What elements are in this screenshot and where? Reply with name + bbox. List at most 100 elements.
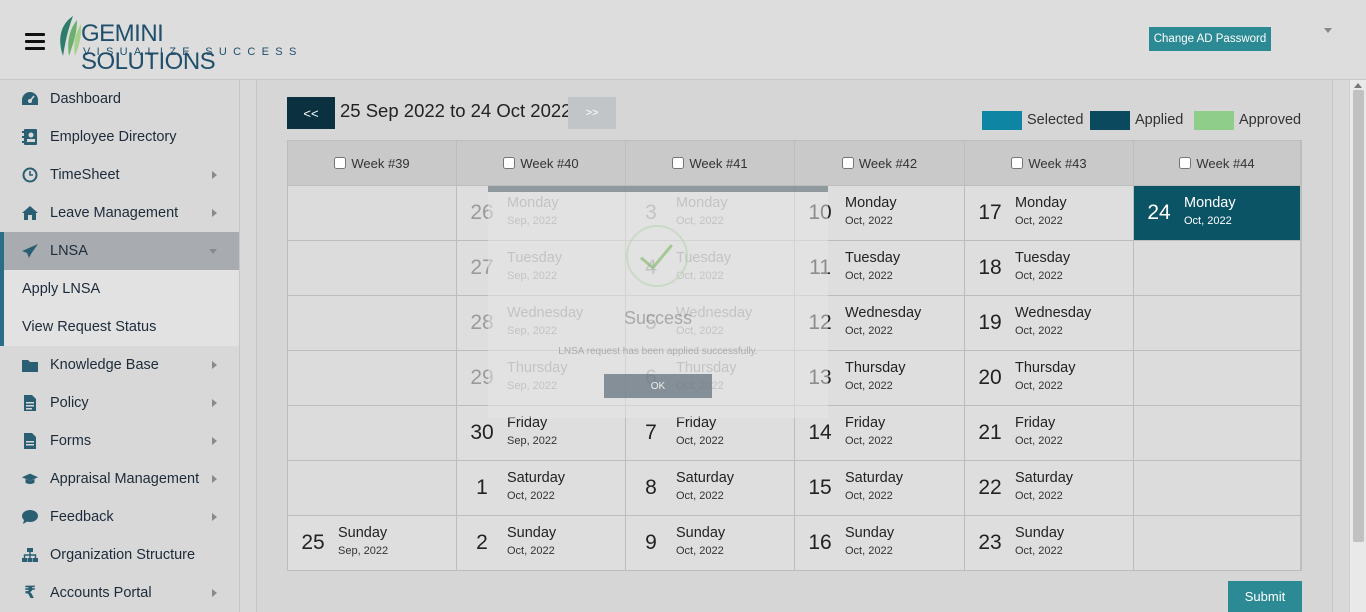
sidebar-item-forms[interactable]: Forms <box>0 422 239 460</box>
calendar-day-cell[interactable]: 18 Tuesday Oct, 2022 <box>965 241 1134 296</box>
sidebar-item-appraisal-management[interactable]: Appraisal Management <box>0 460 239 498</box>
sidebar-item-dashboard[interactable]: Dashboard <box>0 80 239 118</box>
day-month: Oct, 2022 <box>507 545 555 557</box>
day-month: Oct, 2022 <box>507 490 555 502</box>
sidebar-item-label: Apply LNSA <box>22 281 101 297</box>
calendar-day-cell[interactable]: 23 Sunday Oct, 2022 <box>965 516 1134 571</box>
calendar-empty-cell <box>288 241 457 296</box>
week-select-label[interactable]: Week #42 <box>841 156 917 171</box>
calendar-day-cell[interactable]: 2 Sunday Oct, 2022 <box>457 516 626 571</box>
previous-range-button[interactable]: << <box>287 97 335 129</box>
calendar-day-cell[interactable]: 9 Sunday Oct, 2022 <box>626 516 795 571</box>
submit-button[interactable]: Submit <box>1228 581 1302 612</box>
day-number: 18 <box>978 256 1002 279</box>
clock-icon <box>21 166 39 184</box>
next-range-button[interactable]: >> <box>568 97 616 129</box>
day-month: Oct, 2022 <box>676 545 724 557</box>
week-header: Week #41 <box>626 141 795 186</box>
scrollbar-thumb[interactable] <box>1353 90 1364 542</box>
week-label: Week #39 <box>351 155 410 171</box>
calendar-day-cell[interactable]: 22 Saturday Oct, 2022 <box>965 461 1134 516</box>
top-header: GEMINI SOLUTIONS VISUALIZE SUCCESS Chang… <box>0 0 1366 80</box>
sidebar-item-policy[interactable]: Policy <box>0 384 239 422</box>
calendar-day-cell[interactable]: 16 Sunday Oct, 2022 <box>795 516 965 571</box>
calendar-day-cell[interactable]: 25 Sunday Sep, 2022 <box>288 516 457 571</box>
day-number: 17 <box>978 201 1002 224</box>
legend-selected-swatch <box>982 110 1022 130</box>
sidebar-item-organization-structure[interactable]: Organization Structure <box>0 536 239 574</box>
change-ad-password-button[interactable]: Change AD Password <box>1149 27 1271 51</box>
day-name: Thursday <box>1015 360 1076 376</box>
day-number: 19 <box>978 311 1002 334</box>
sidebar-item-employee-directory[interactable]: Employee Directory <box>0 118 239 156</box>
day-name: Sunday <box>1015 525 1065 541</box>
week-select-label[interactable]: Week #41 <box>672 155 748 171</box>
day-number: 7 <box>645 421 657 444</box>
day-name: Tuesday <box>1015 250 1071 266</box>
sidebar-item-leave-management[interactable]: Leave Management <box>0 194 239 232</box>
day-number: 21 <box>978 421 1002 444</box>
sidebar-item-label: Knowledge Base <box>50 357 159 373</box>
calendar-day-cell[interactable]: 17 Monday Oct, 2022 <box>965 186 1134 241</box>
week-select-label[interactable]: Week #44 <box>1179 156 1255 171</box>
sidebar-item-timesheet[interactable]: TimeSheet <box>0 156 239 194</box>
legend-selected: Selected <box>982 110 1083 130</box>
sidebar-item-accounts-portal[interactable]: ₹ Accounts Portal <box>0 574 239 612</box>
day-name: Monday <box>1015 195 1067 211</box>
week-select-checkbox[interactable] <box>1011 157 1024 169</box>
day-month: Oct, 2022 <box>676 435 724 447</box>
day-month: Oct, 2022 <box>845 325 893 337</box>
calendar-day-cell[interactable]: 20 Thursday Oct, 2022 <box>965 351 1134 406</box>
sidebar-subitem-apply-lnsa[interactable]: Apply LNSA <box>0 270 239 308</box>
rupee-icon: ₹ <box>24 583 36 602</box>
day-number: 30 <box>470 421 494 444</box>
chevron-right-icon <box>212 361 217 369</box>
week-select-label[interactable]: Week #39 <box>334 155 410 171</box>
graduation-cap-icon <box>21 470 39 488</box>
scroll-up-arrow-icon[interactable] <box>1354 83 1362 88</box>
day-number: 25 <box>301 531 325 554</box>
week-select-checkbox[interactable] <box>672 157 685 169</box>
company-logo[interactable]: GEMINI SOLUTIONS VISUALIZE SUCCESS <box>55 14 296 75</box>
sidebar-item-label: View Request Status <box>22 319 157 335</box>
week-select-label[interactable]: Week #40 <box>503 155 579 171</box>
home-icon <box>21 204 39 222</box>
calendar-day-cell[interactable]: 8 Saturday Oct, 2022 <box>626 461 795 516</box>
dialog-ok-button[interactable]: OK <box>604 374 712 398</box>
week-select-checkbox[interactable] <box>841 157 854 169</box>
folder-icon <box>21 356 39 374</box>
week-label: Week #40 <box>520 155 579 171</box>
week-select-checkbox[interactable] <box>334 157 347 169</box>
sidebar-subitem-view-request-status[interactable]: View Request Status <box>0 308 239 346</box>
sidebar-item-feedback[interactable]: Feedback <box>0 498 239 536</box>
calendar-day-cell[interactable]: 15 Saturday Oct, 2022 <box>795 461 965 516</box>
sitemap-icon <box>21 546 39 564</box>
success-check-icon <box>626 225 688 287</box>
week-label: Week #41 <box>689 155 748 171</box>
calendar-day-cell[interactable]: 19 Wednesday Oct, 2022 <box>965 296 1134 351</box>
week-select-checkbox[interactable] <box>503 157 516 169</box>
day-number: 14 <box>808 421 832 444</box>
day-name: Sunday <box>338 525 388 541</box>
page-scrollbar[interactable] <box>1349 80 1366 612</box>
day-name: Thursday <box>845 360 906 376</box>
chevron-right-icon <box>212 437 217 445</box>
calendar-empty-cell <box>1134 461 1301 516</box>
menu-toggle-icon[interactable] <box>25 33 45 50</box>
day-month: Oct, 2022 <box>1015 435 1063 447</box>
calendar-day-cell[interactable]: 24 Monday Oct, 2022 <box>1134 186 1301 241</box>
legend-approved: Approved <box>1194 110 1301 130</box>
calendar-day-cell[interactable]: 1 Saturday Oct, 2022 <box>457 461 626 516</box>
day-name: Monday <box>845 195 897 211</box>
user-menu-caret-icon[interactable] <box>1324 28 1332 33</box>
week-select-label[interactable]: Week #43 <box>1011 155 1087 171</box>
day-month: Oct, 2022 <box>1015 215 1063 227</box>
chevron-right-icon <box>212 171 217 179</box>
sidebar-item-lnsa[interactable]: LNSA <box>0 232 239 270</box>
calendar-day-cell[interactable]: 21 Friday Oct, 2022 <box>965 406 1134 461</box>
week-select-checkbox[interactable] <box>1179 157 1192 169</box>
week-label: Week #43 <box>1028 155 1087 171</box>
sidebar-item-knowledge-base[interactable]: Knowledge Base <box>0 346 239 384</box>
document-icon <box>21 394 39 412</box>
week-header: Week #40 <box>457 141 626 186</box>
